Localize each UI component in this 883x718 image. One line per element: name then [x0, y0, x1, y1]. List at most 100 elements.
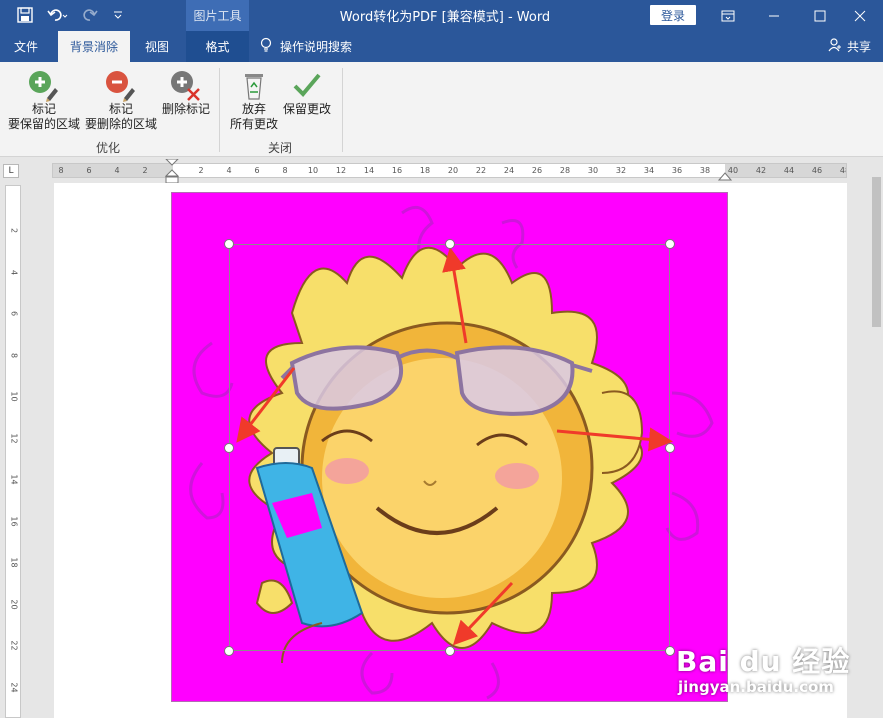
ruler-label: 8	[282, 166, 288, 175]
delete-mark-button[interactable]: 删除标记	[160, 68, 212, 117]
ruler-label: 32	[615, 166, 627, 175]
resize-handle-left[interactable]	[224, 443, 234, 453]
picture-tools-header: 图片工具	[186, 0, 249, 31]
ruler-label: 6	[9, 310, 19, 317]
ribbon-remove-background: 标记 要保留的区域 标记 要删除的区域 删除标记 优化 放弃 所有更改 保留更改…	[0, 62, 883, 157]
mark-areas-to-remove-button[interactable]: 标记 要删除的区域	[83, 68, 159, 132]
tell-me-search[interactable]: 操作说明搜索	[260, 31, 352, 62]
document-title: Word转化为PDF [兼容模式] - Word	[339, 10, 551, 25]
resize-handle-top-right[interactable]	[665, 239, 675, 249]
ruler-label: 16	[9, 515, 19, 527]
ruler-label: 10	[9, 391, 19, 402]
ruler-label: 18	[419, 166, 431, 175]
ruler-label: 42	[755, 166, 767, 175]
indent-marker-icon[interactable]	[164, 159, 180, 185]
tab-remove-background[interactable]: 背景消除	[58, 31, 130, 62]
ruler-label: 46	[811, 166, 823, 175]
mark-remove-line2: 要删除的区域	[84, 117, 157, 131]
ruler-label: 4	[9, 269, 19, 275]
ruler-label: 16	[391, 166, 403, 175]
minus-pencil-icon	[104, 68, 138, 102]
ruler-label: 20	[447, 166, 459, 175]
resize-handle-top[interactable]	[445, 239, 455, 249]
person-icon	[827, 37, 843, 56]
discard-line2: 所有更改	[229, 117, 278, 131]
resize-handle-right[interactable]	[665, 443, 675, 453]
group-separator	[219, 68, 220, 152]
ruler-label: 24	[9, 681, 19, 693]
customize-quick-access-icon[interactable]	[110, 4, 126, 26]
ruler-label: 14	[363, 166, 375, 175]
redo-icon[interactable]	[80, 4, 100, 26]
ruler-label: 18	[9, 557, 19, 568]
sun-picture[interactable]	[171, 192, 728, 702]
resize-handle-bottom-right[interactable]	[665, 646, 675, 656]
discard-line1: 放弃	[241, 102, 266, 116]
title-bar: 图片工具 Word转化为PDF [兼容模式] - Word 登录	[0, 0, 883, 31]
ruler-label: 2	[142, 166, 148, 175]
ruler-label: 2	[9, 227, 19, 234]
ruler-label: 48	[839, 166, 846, 175]
ruler-label: 2	[198, 166, 204, 175]
mark-remove-line1: 标记	[108, 102, 133, 116]
group-label-close: 关闭	[268, 141, 293, 155]
login-button[interactable]: 登录	[650, 5, 696, 25]
ruler-label: 36	[671, 166, 683, 175]
delete-mark-icon	[169, 68, 203, 102]
ruler-label: 4	[226, 166, 232, 175]
ruler-label: 22	[9, 640, 19, 651]
mark-keep-line2: 要保留的区域	[7, 117, 80, 131]
delete-mark-line1: 删除标记	[161, 102, 210, 116]
checkmark-icon	[290, 68, 324, 102]
ruler-label: 12	[335, 166, 347, 175]
group-separator	[342, 68, 343, 152]
vertical-scrollbar[interactable]	[870, 157, 883, 718]
ruler-area: L 8 6 4 2 2 4 6 8 10 12 14 16 18 20 22 24 26 28 30 32 34 36 38…	[0, 157, 883, 185]
ruler-label: 12	[9, 432, 19, 444]
keep-changes-button[interactable]: 保留更改	[282, 68, 332, 117]
minimize-icon[interactable]	[751, 0, 797, 31]
ruler-label: 8	[9, 352, 19, 358]
watermark-url: jingyan.baidu.com	[678, 678, 834, 696]
right-indent-marker-icon[interactable]	[718, 169, 732, 181]
ruler-label: 34	[643, 166, 655, 175]
ruler-label: 8	[58, 166, 64, 175]
ribbon-display-options-icon[interactable]	[705, 0, 751, 31]
ruler-label: 14	[9, 474, 19, 485]
baidu-jingyan-watermark: Bai du 经验 jingyan.baidu.com	[676, 640, 850, 696]
share-label: 共享	[846, 40, 871, 54]
undo-icon[interactable]	[44, 4, 72, 26]
tab-format[interactable]: 格式	[186, 31, 249, 62]
resize-handle-bottom-left[interactable]	[224, 646, 234, 656]
ruler-label: 44	[783, 166, 795, 175]
annotation-arrows	[236, 247, 673, 646]
ruler-label: 10	[307, 166, 319, 175]
resize-handle-top-left[interactable]	[224, 239, 234, 249]
resize-handle-bottom[interactable]	[445, 646, 455, 656]
watermark-main: Bai du 经验	[676, 645, 851, 678]
ribbon-tab-bar: 文件 背景消除 视图 格式 操作说明搜索 共享	[0, 31, 883, 62]
ruler-label: 26	[531, 166, 543, 175]
mark-areas-to-keep-button[interactable]: 标记 要保留的区域	[6, 68, 82, 132]
mark-keep-line1: 标记	[31, 102, 56, 116]
tab-file[interactable]: 文件	[0, 31, 52, 62]
plus-pencil-icon	[27, 68, 61, 102]
ruler-label: 38	[699, 166, 711, 175]
close-icon[interactable]	[837, 0, 883, 31]
ruler-label: 6	[86, 166, 92, 175]
ruler-label: 6	[254, 166, 260, 175]
ruler-label: 24	[503, 166, 515, 175]
scrollbar-thumb[interactable]	[872, 177, 881, 327]
vertical-ruler[interactable]: 2 4 6 8 10 12 14 16 18 20 22 24	[5, 185, 21, 718]
group-label-optimize: 优化	[96, 141, 121, 155]
share-button[interactable]: 共享	[827, 31, 871, 62]
ruler-label: 4	[114, 166, 120, 175]
lightbulb-icon	[260, 37, 272, 56]
ruler-label: 30	[587, 166, 599, 175]
tab-selector[interactable]: L	[3, 164, 19, 178]
save-icon[interactable]	[14, 4, 36, 26]
tab-view[interactable]: 视图	[134, 31, 180, 62]
discard-all-changes-button[interactable]: 放弃 所有更改	[226, 68, 282, 132]
ruler-label: 22	[475, 166, 487, 175]
ruler-label: 20	[9, 598, 19, 610]
